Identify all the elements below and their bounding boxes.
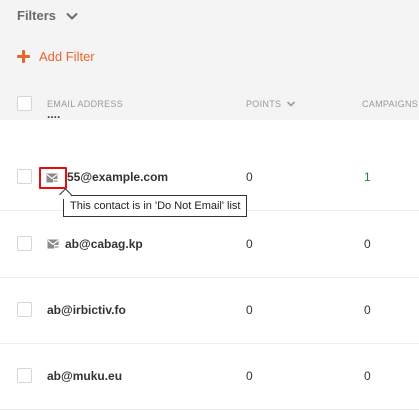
email-cell: ab@cabag.kp bbox=[47, 237, 143, 251]
filters-label: Filters bbox=[17, 8, 57, 23]
add-filter-button[interactable]: Add Filter bbox=[17, 49, 95, 64]
email-cell: ab@muku.eu bbox=[47, 369, 122, 383]
points-cell: 0 bbox=[246, 237, 253, 251]
campaigns-cell: 0 bbox=[364, 237, 371, 251]
row-checkbox[interactable] bbox=[17, 169, 32, 184]
campaigns-cell: 0 bbox=[364, 369, 371, 383]
email-link[interactable]: ab@muku.eu bbox=[47, 369, 122, 383]
campaigns-cell[interactable]: 1 bbox=[364, 170, 371, 184]
points-cell: 0 bbox=[246, 369, 253, 383]
email-link[interactable]: ab@cabag.kp bbox=[65, 237, 143, 251]
table-row[interactable]: ab@cabag.kp 0 0 bbox=[0, 212, 419, 278]
row-checkbox[interactable] bbox=[17, 236, 32, 251]
campaigns-cell: 0 bbox=[364, 303, 371, 317]
points-cell: 0 bbox=[246, 170, 253, 184]
email-cell: ab@irbictiv.fo bbox=[47, 303, 126, 317]
do-not-email-icon[interactable] bbox=[46, 173, 58, 183]
table-row[interactable]: ab@muku.eu 0 0 bbox=[0, 344, 419, 410]
plus-icon bbox=[17, 50, 30, 63]
column-header-email[interactable]: EMAIL ADDRESS bbox=[47, 99, 123, 109]
row-checkbox[interactable] bbox=[17, 302, 32, 317]
email-link[interactable]: ab@irbictiv.fo bbox=[47, 303, 126, 317]
email-link[interactable]: 55@example.com bbox=[67, 170, 168, 184]
add-filter-label: Add Filter bbox=[39, 49, 95, 64]
row-checkbox[interactable] bbox=[17, 368, 32, 383]
table-row[interactable]: ab@irbictiv.fo 0 0 bbox=[0, 278, 419, 344]
column-header-campaigns[interactable]: CAMPAIGNS bbox=[362, 99, 418, 109]
sort-chevron-icon bbox=[287, 101, 296, 107]
do-not-email-icon[interactable] bbox=[47, 239, 59, 249]
column-header-points[interactable]: POINTS bbox=[246, 99, 296, 109]
select-all-checkbox[interactable] bbox=[17, 96, 32, 111]
scrolled-row-remnant: .... bbox=[47, 115, 87, 121]
email-cell: 55@example.com bbox=[67, 170, 168, 184]
highlighted-do-not-email-icon[interactable] bbox=[39, 167, 67, 189]
filters-toggle[interactable]: Filters bbox=[17, 8, 79, 23]
column-header-points-label: POINTS bbox=[246, 99, 282, 109]
filters-panel: Filters Add Filter EMAIL ADDRESS POINTS … bbox=[0, 0, 419, 121]
do-not-email-tooltip: This contact is in 'Do Not Email' list bbox=[63, 195, 248, 217]
points-cell: 0 bbox=[246, 303, 253, 317]
chevron-down-icon bbox=[66, 12, 78, 20]
